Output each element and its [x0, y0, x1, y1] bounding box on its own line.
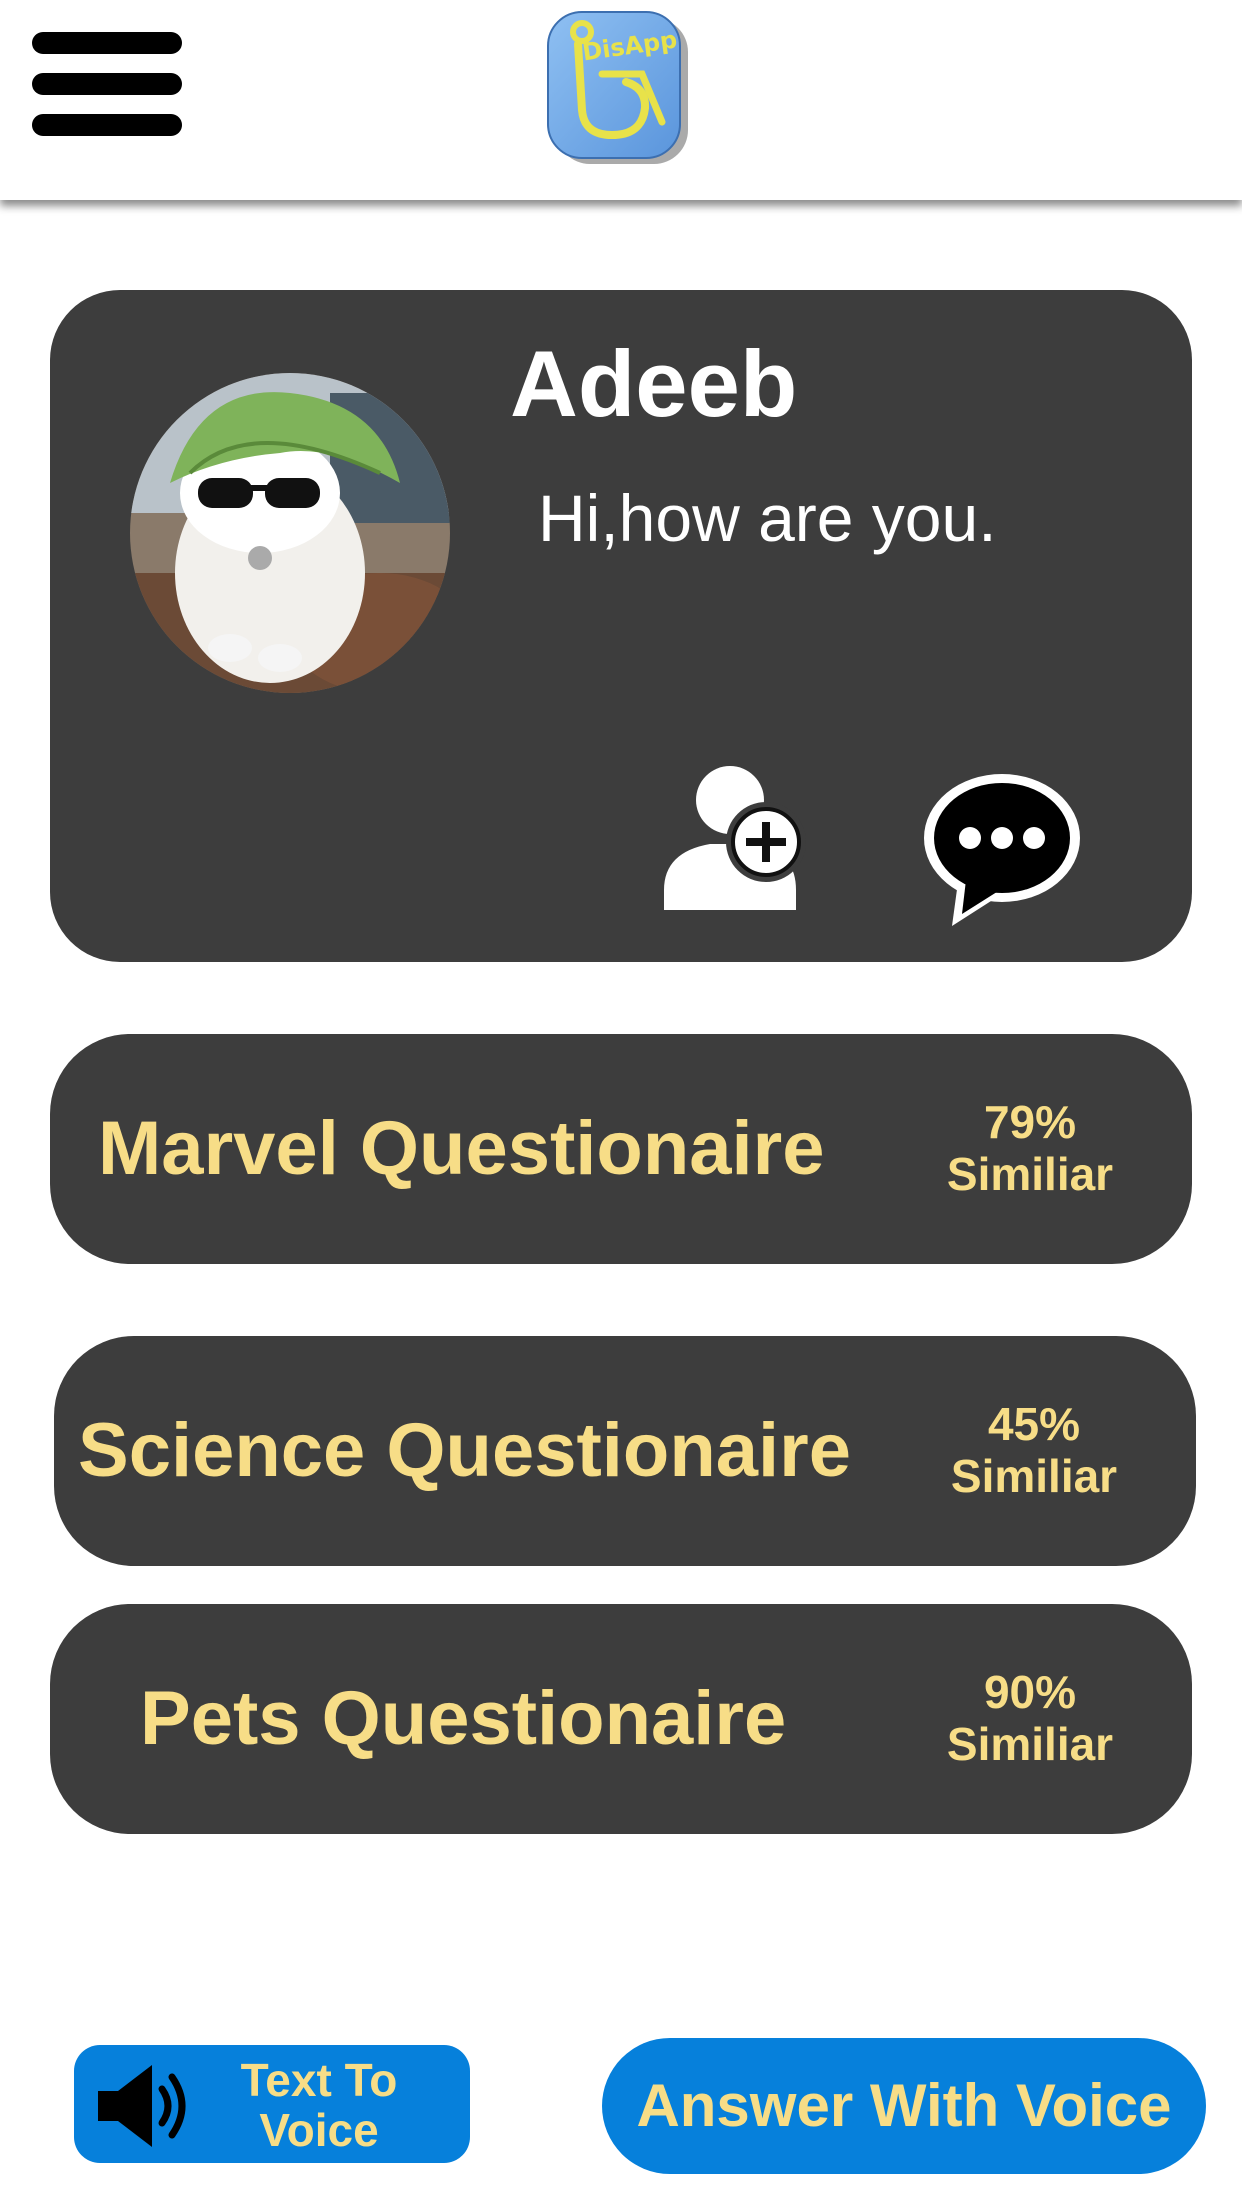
text-to-voice-button[interactable]: Text To Voice: [74, 2045, 470, 2163]
cat-avatar-image: [130, 373, 450, 693]
questionnaire-card-science[interactable]: Science Questionaire 45% Similiar: [54, 1336, 1196, 1566]
add-user-icon[interactable]: [660, 760, 820, 920]
speaker-icon: [96, 2061, 196, 2151]
answer-with-voice-button[interactable]: Answer With Voice: [602, 2038, 1206, 2174]
text-to-voice-label: Text To Voice: [204, 2055, 434, 2155]
questionnaire-title: Marvel Questionaire: [98, 1106, 825, 1191]
similarity-percent: 90%: [983, 1666, 1077, 1718]
questionnaire-title: Pets Questionaire: [140, 1676, 787, 1761]
menu-bar: [32, 32, 182, 54]
profile-card: Adeeb Hi,how are you.: [50, 290, 1192, 962]
profile-name: Adeeb: [510, 331, 798, 436]
answer-with-voice-label: Answer With Voice: [636, 2072, 1172, 2139]
similarity-percent: 45%: [987, 1398, 1081, 1450]
similarity-label: Similiar: [946, 1718, 1114, 1770]
profile-status: Hi,how are you.: [538, 481, 997, 555]
similarity-label: Similiar: [950, 1450, 1118, 1502]
similarity-label: Similiar: [946, 1148, 1114, 1200]
app-logo: DisApp: [542, 10, 700, 175]
menu-bar: [32, 73, 182, 95]
text-to-voice-line2: Voice: [259, 2104, 379, 2156]
chat-bubble-icon[interactable]: [918, 770, 1086, 930]
similarity-score: 79% Similiar: [930, 1096, 1130, 1200]
questionnaire-title: Science Questionaire: [78, 1408, 851, 1493]
text-to-voice-line1: Text To: [240, 2054, 398, 2106]
similarity-percent: 79%: [983, 1096, 1077, 1148]
hamburger-menu-icon[interactable]: [32, 30, 182, 140]
similarity-score: 45% Similiar: [934, 1398, 1134, 1502]
questionnaire-card-pets[interactable]: Pets Questionaire 90% Similiar: [50, 1604, 1192, 1834]
questionnaire-card-marvel[interactable]: Marvel Questionaire 79% Similiar: [50, 1034, 1192, 1264]
avatar[interactable]: [130, 373, 450, 693]
similarity-score: 90% Similiar: [930, 1666, 1130, 1770]
app-header: DisApp: [0, 0, 1242, 200]
menu-bar: [32, 114, 182, 136]
